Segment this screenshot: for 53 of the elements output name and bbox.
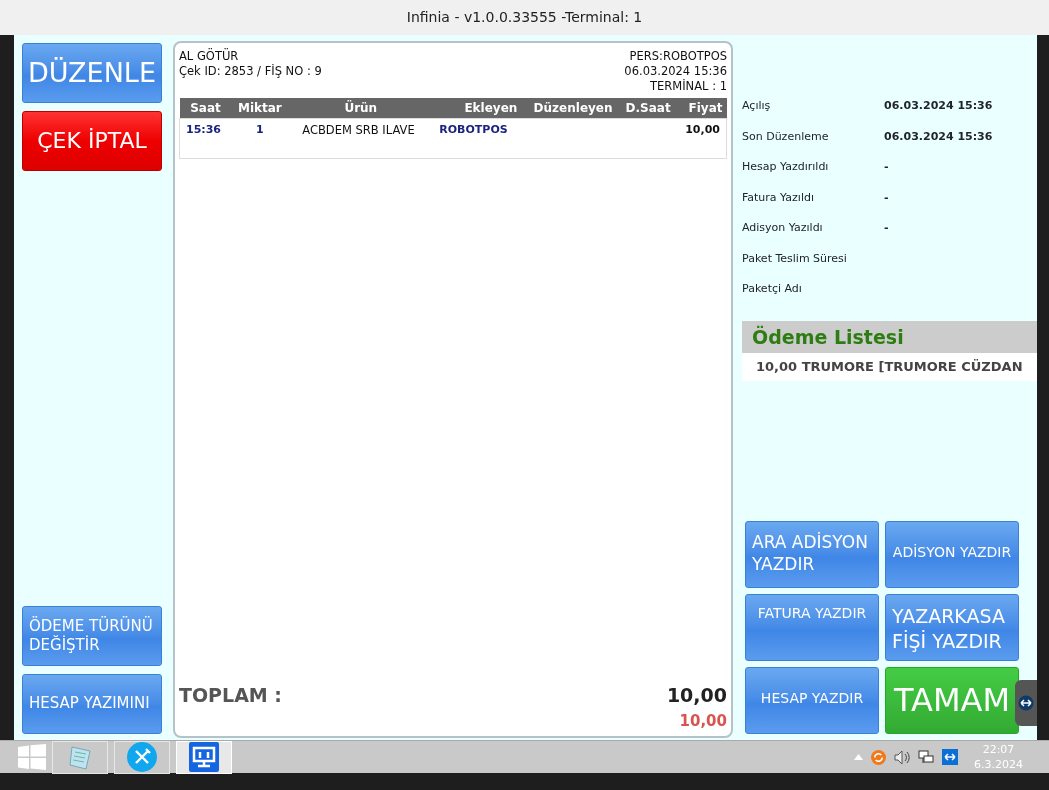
info-value: 06.03.2024 15:36 <box>884 128 993 145</box>
column-header: Saat <box>179 98 232 119</box>
header-text: AL GÖTÜR <box>179 49 240 64</box>
column-header: D.Saat <box>616 98 675 119</box>
print-button[interactable]: ADİSYON YAZDIR <box>885 521 1019 588</box>
info-label: Hesap Yazdırıldı <box>742 159 830 175</box>
info-value: 06.03.2024 15:36 <box>884 98 993 114</box>
side-tab[interactable] <box>1015 680 1037 726</box>
section-header: Ödeme Listesi <box>742 320 1037 353</box>
info-label: Son Düzenleme <box>742 128 830 145</box>
fork-knife-icon <box>127 742 157 772</box>
header-text: 06.03.2024 15:36 <box>624 64 727 79</box>
column-header: Ekleyen <box>433 98 522 119</box>
window-title: Infinia - v1.0.0.33555 -Terminal: 1 <box>0 0 1049 35</box>
monitor-icon <box>189 742 219 772</box>
column-header: Düzenleyen <box>521 98 617 119</box>
info-value: - <box>884 159 889 175</box>
total-value: 10,00 <box>666 683 727 708</box>
print-button[interactable]: YAZARKASA FİŞİ YAZDIR <box>885 594 1019 661</box>
print-button[interactable]: ARA ADİSYON YAZDIR <box>745 521 879 588</box>
sync-icon[interactable] <box>871 749 886 765</box>
total-label: TOPLAM : <box>179 683 282 708</box>
info-label: Fatura Yazıldı <box>742 189 815 206</box>
table-cell: 15:36 <box>186 123 221 136</box>
column-header: Fiyat <box>674 98 727 119</box>
info-label: Adisyon Yazıldı <box>742 220 824 236</box>
info-value: - <box>884 189 889 206</box>
speaker-icon[interactable] <box>894 749 910 765</box>
paid-value: 10,00 <box>679 710 727 732</box>
info-value: - <box>884 220 889 236</box>
column-header: Ürün <box>288 98 434 119</box>
action-button[interactable]: ÖDEME TÜRÜNÜ DEĞİŞTİR <box>22 606 162 666</box>
header-text: Çek ID: 2853 / FİŞ NO : 9 <box>179 64 322 79</box>
print-button[interactable]: FATURA YAZDIR <box>745 594 879 661</box>
header-text: TERMİNAL : 1 <box>649 79 727 94</box>
edit-button[interactable]: DÜZENLE <box>22 43 162 103</box>
table-cell: ROBOTPOS <box>439 123 508 136</box>
table-cell: 1 <box>256 123 264 136</box>
info-label: Paketçi Adı <box>742 281 803 297</box>
payment-item: 10,00 TRUMORE [TRUMORE CÜZDAN <box>742 353 1037 381</box>
info-label: Paket Teslim Süresi <box>742 250 848 267</box>
taskbar-app[interactable] <box>114 740 170 774</box>
notepad-icon <box>66 743 94 771</box>
header-text: PERS:ROBOTPOS <box>628 49 727 64</box>
info-label: Açılış <box>742 98 772 114</box>
cancel-button[interactable]: ÇEK İPTAL <box>22 111 162 171</box>
column-header: Miktar <box>231 98 289 119</box>
table-cell: ACBDEM SRB ILAVE <box>302 123 415 137</box>
action-button[interactable]: HESAP YAZIMINI <box>22 674 162 734</box>
print-button[interactable]: HESAP YAZDIR <box>745 667 879 734</box>
table-cell: 10,00 <box>685 123 720 136</box>
network-icon[interactable] <box>918 749 934 765</box>
confirm-button[interactable]: TAMAM <box>885 667 1019 734</box>
